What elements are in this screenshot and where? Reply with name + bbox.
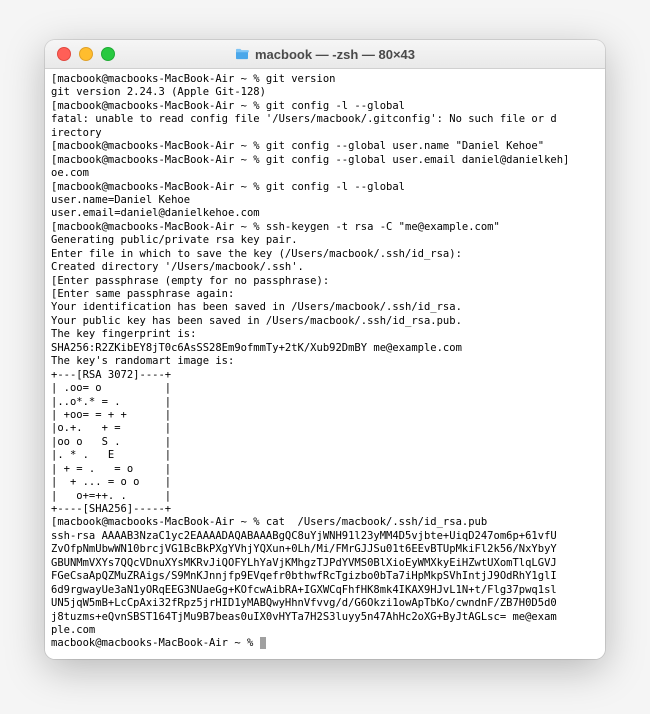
titlebar[interactable]: macbook — -zsh — 80×43 bbox=[45, 40, 605, 69]
terminal-line: [macbook@macbooks-MacBook-Air ~ % git co… bbox=[51, 140, 599, 153]
terminal-line: [macbook@macbooks-MacBook-Air ~ % ssh-ke… bbox=[51, 221, 599, 234]
terminal-line: |o.+. + = | bbox=[51, 422, 599, 435]
terminal-line: | +oo= = + + | bbox=[51, 409, 599, 422]
terminal-line: | .oo= o | bbox=[51, 382, 599, 395]
folder-icon bbox=[235, 48, 249, 60]
maximize-button[interactable] bbox=[101, 47, 115, 61]
prompt-line[interactable]: macbook@macbooks-MacBook-Air ~ % bbox=[51, 637, 599, 650]
terminal-line: git version 2.24.3 (Apple Git-128) bbox=[51, 86, 599, 99]
terminal-line: Generating public/private rsa key pair. bbox=[51, 234, 599, 247]
terminal-line: [Enter passphrase (empty for no passphra… bbox=[51, 275, 599, 288]
terminal-line: |. * . E | bbox=[51, 449, 599, 462]
terminal-line: +----[SHA256]-----+ bbox=[51, 503, 599, 516]
terminal-line: fatal: unable to read config file '/User… bbox=[51, 113, 599, 126]
terminal-body[interactable]: [macbook@macbooks-MacBook-Air ~ % git ve… bbox=[45, 69, 605, 659]
terminal-line: |oo o S . | bbox=[51, 436, 599, 449]
terminal-line: |..o*.* = . | bbox=[51, 396, 599, 409]
prompt-text: macbook@macbooks-MacBook-Air ~ % bbox=[51, 637, 260, 649]
terminal-line: oe.com bbox=[51, 167, 599, 180]
terminal-line: SHA256:R2ZKibEY8jT0c6AsSS28Em9ofmmTy+2tK… bbox=[51, 342, 599, 355]
close-button[interactable] bbox=[57, 47, 71, 61]
terminal-line: 6d9rgwayUe3aN1yORqEEG3NUaeGg+KOfcwAibRA+… bbox=[51, 584, 599, 597]
terminal-line: Your identification has been saved in /U… bbox=[51, 301, 599, 314]
terminal-line: [Enter same passphrase again: bbox=[51, 288, 599, 301]
terminal-line: GBUNMmVXYs7QQcVDnuXYsMKRvJiQOFYLhYaVjKMh… bbox=[51, 557, 599, 570]
window-title-text: macbook — -zsh — 80×43 bbox=[255, 47, 415, 62]
terminal-line: [macbook@macbooks-MacBook-Air ~ % git co… bbox=[51, 154, 599, 167]
terminal-line: FGeCsaApQZMuZRAigs/S9MnKJnnjfp9EVqefr0bt… bbox=[51, 570, 599, 583]
terminal-line: ple.com bbox=[51, 624, 599, 637]
terminal-line: user.name=Daniel Kehoe bbox=[51, 194, 599, 207]
terminal-line: UN5jqW5mB+LcCpAxi32fRpz5jrHID1yMABQwyHhn… bbox=[51, 597, 599, 610]
terminal-line: j8tuzms+eQvnSBST164TjMu9B7beas0uIX0vHYTa… bbox=[51, 611, 599, 624]
terminal-line: +---[RSA 3072]----+ bbox=[51, 369, 599, 382]
terminal-line: ZvOfpNmUbwWN10brcjVG1BcBkPXgYVhjYQXun+0L… bbox=[51, 543, 599, 556]
terminal-line: Your public key has been saved in /Users… bbox=[51, 315, 599, 328]
terminal-line: Enter file in which to save the key (/Us… bbox=[51, 248, 599, 261]
terminal-line: [macbook@macbooks-MacBook-Air ~ % git ve… bbox=[51, 73, 599, 86]
terminal-line: | + = . = o | bbox=[51, 463, 599, 476]
terminal-line: [macbook@macbooks-MacBook-Air ~ % cat /U… bbox=[51, 516, 599, 529]
terminal-line: user.email=daniel@danielkehoe.com bbox=[51, 207, 599, 220]
minimize-button[interactable] bbox=[79, 47, 93, 61]
terminal-line: [macbook@macbooks-MacBook-Air ~ % git co… bbox=[51, 100, 599, 113]
cursor bbox=[260, 637, 266, 649]
terminal-line: [macbook@macbooks-MacBook-Air ~ % git co… bbox=[51, 181, 599, 194]
window-title: macbook — -zsh — 80×43 bbox=[45, 47, 605, 62]
terminal-line: The key's randomart image is: bbox=[51, 355, 599, 368]
terminal-line: | o+=++. . | bbox=[51, 490, 599, 503]
terminal-line: ssh-rsa AAAAB3NzaC1yc2EAAAADAQABAAABgQC8… bbox=[51, 530, 599, 543]
terminal-line: irectory bbox=[51, 127, 599, 140]
terminal-line: Created directory '/Users/macbook/.ssh'. bbox=[51, 261, 599, 274]
terminal-window: macbook — -zsh — 80×43 [macbook@macbooks… bbox=[45, 40, 605, 659]
terminal-line: | + ... = o o | bbox=[51, 476, 599, 489]
terminal-line: The key fingerprint is: bbox=[51, 328, 599, 341]
traffic-lights bbox=[45, 47, 115, 61]
